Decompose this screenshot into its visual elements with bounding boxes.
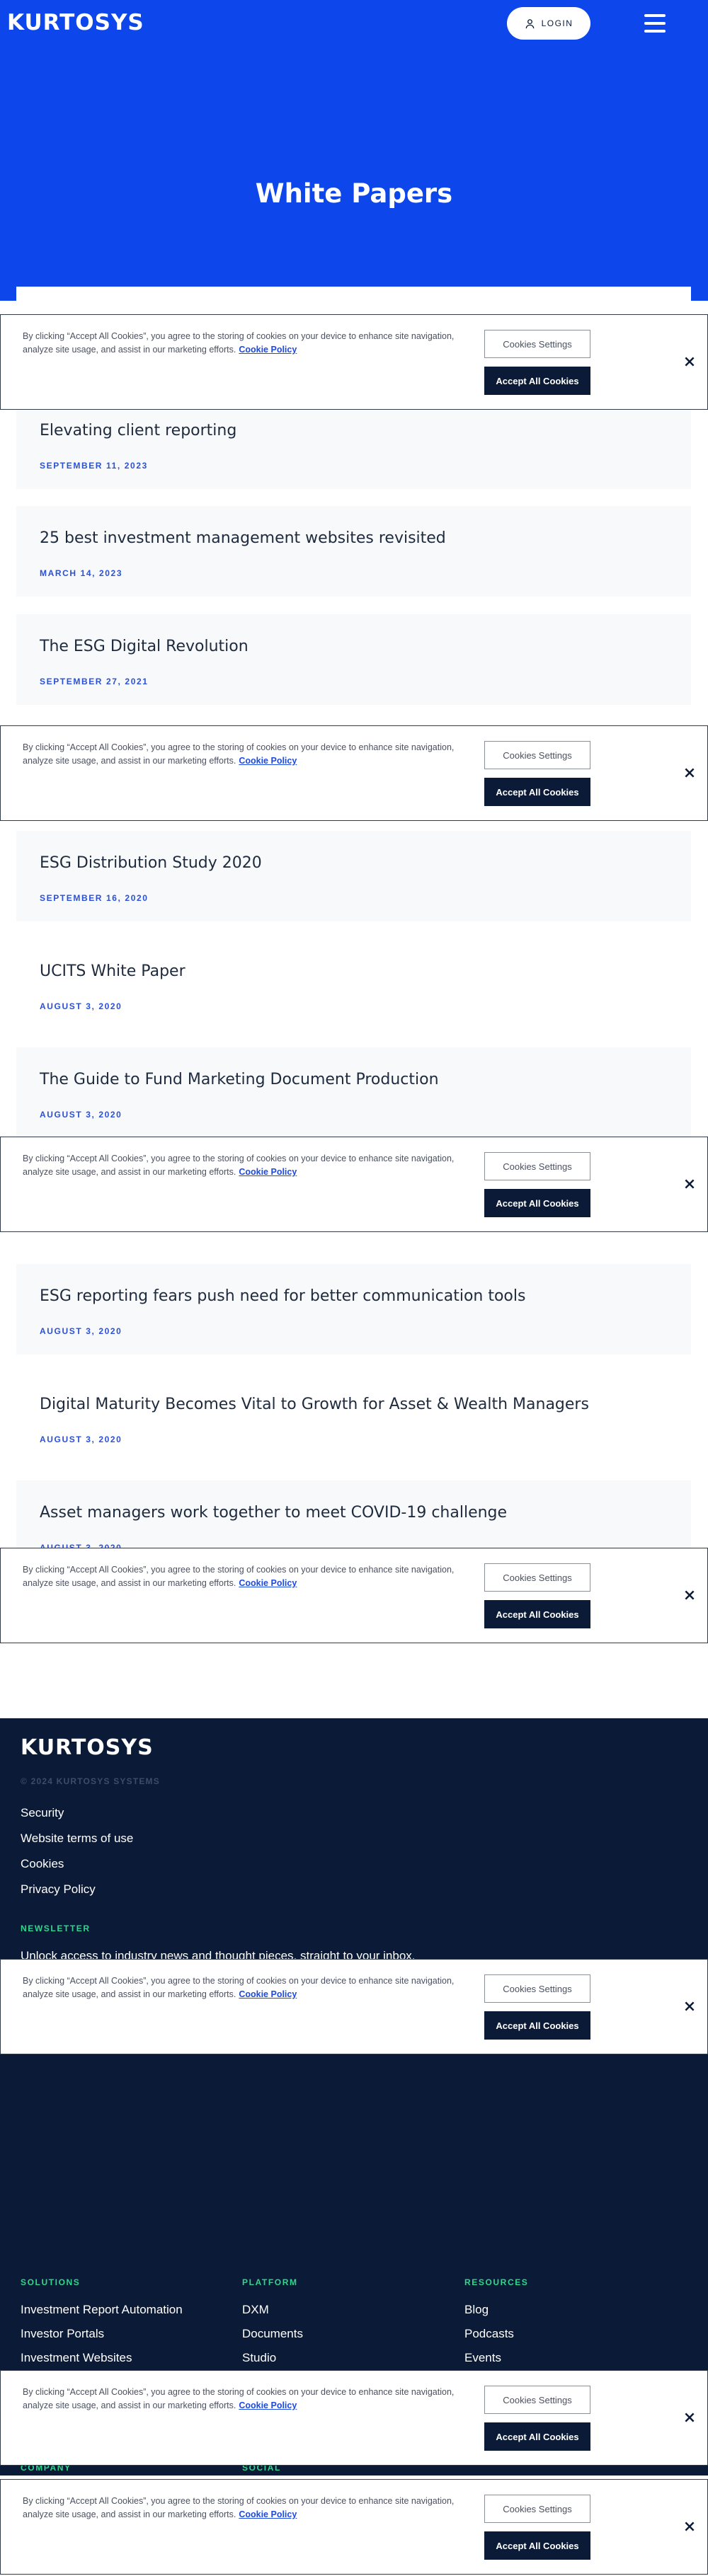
newsletter-heading: NEWSLETTER [21, 1924, 91, 1933]
article-card[interactable]: UCITS White Paper AUGUST 3, 2020 [16, 939, 691, 1030]
cookie-policy-link[interactable]: Cookie Policy [239, 756, 297, 766]
footer-link-security[interactable]: Security [21, 1806, 64, 1820]
article-date: SEPTEMBER 27, 2021 [40, 677, 149, 686]
accept-all-cookies-button[interactable]: Accept All Cookies [484, 2422, 590, 2451]
article-title[interactable]: ESG Distribution Study 2020 [40, 854, 262, 872]
kurtosys-logo[interactable]: KURTOSYS [7, 10, 144, 35]
article-date: SEPTEMBER 16, 2020 [40, 893, 149, 903]
article-title[interactable]: Digital Maturity Becomes Vital to Growth… [40, 1396, 589, 1413]
article-card[interactable]: The Guide to Fund Marketing Document Pro… [16, 1047, 691, 1138]
article-card[interactable]: Elevating client reporting SEPTEMBER 11,… [16, 398, 691, 489]
footer-logo[interactable]: KURTOSYS [21, 1735, 154, 1760]
user-icon [525, 18, 534, 28]
footer-col-heading-solutions: SOLUTIONS [21, 2277, 81, 2287]
footer-col-heading-platform: PLATFORM [242, 2277, 298, 2287]
cookie-banner: By clicking “Accept All Cookies”, you ag… [0, 1959, 708, 2054]
footer-link-privacy[interactable]: Privacy Policy [21, 1882, 96, 1897]
cookie-text-block: By clicking “Accept All Cookies”, you ag… [23, 330, 462, 357]
footer-link-podcasts[interactable]: Podcasts [464, 2327, 514, 2341]
hero-section: KURTOSYS LOGIN White Papers [0, 0, 708, 301]
cookie-policy-link[interactable]: Cookie Policy [239, 1578, 297, 1588]
cookies-settings-button[interactable]: Cookies Settings [484, 330, 590, 358]
cookies-settings-button[interactable]: Cookies Settings [484, 2386, 590, 2414]
article-card[interactable]: Digital Maturity Becomes Vital to Growth… [16, 1372, 691, 1463]
close-icon[interactable] [683, 355, 696, 368]
article-card[interactable]: 25 best investment management websites r… [16, 506, 691, 597]
footer-link-report-automation[interactable]: Investment Report Automation [21, 2303, 183, 2317]
cookie-policy-link[interactable]: Cookie Policy [239, 1989, 297, 1999]
cookie-banner: By clicking “Accept All Cookies”, you ag… [0, 1548, 708, 1643]
article-card[interactable]: ESG reporting fears push need for better… [16, 1264, 691, 1355]
hamburger-icon[interactable] [644, 13, 666, 34]
article-date: AUGUST 3, 2020 [40, 1110, 122, 1120]
article-date: AUGUST 3, 2020 [40, 1326, 122, 1336]
cookie-banner: By clicking “Accept All Cookies”, you ag… [0, 1137, 708, 1232]
close-icon[interactable] [683, 1178, 696, 1190]
close-icon[interactable] [683, 2520, 696, 2533]
close-icon[interactable] [683, 2000, 696, 2013]
footer-link-investor-portals[interactable]: Investor Portals [21, 2327, 104, 2341]
article-title[interactable]: Asset managers work together to meet COV… [40, 1504, 507, 1522]
footer-link-events[interactable]: Events [464, 2351, 501, 2365]
article-title[interactable]: ESG reporting fears push need for better… [40, 1287, 525, 1305]
close-icon[interactable] [683, 1589, 696, 1602]
footer-link-investment-websites[interactable]: Investment Websites [21, 2351, 132, 2365]
cookies-settings-button[interactable]: Cookies Settings [484, 1974, 590, 2003]
login-label: LOGIN [541, 18, 573, 28]
article-card[interactable]: The ESG Digital Revolution SEPTEMBER 27,… [16, 614, 691, 705]
cookies-settings-button[interactable]: Cookies Settings [484, 1152, 590, 1180]
login-button[interactable]: LOGIN [507, 7, 590, 40]
footer-link-dxm[interactable]: DXM [242, 2303, 269, 2317]
article-title[interactable]: 25 best investment management websites r… [40, 529, 446, 547]
article-title[interactable]: Elevating client reporting [40, 422, 236, 439]
cookie-text-block: By clicking “Accept All Cookies”, you ag… [23, 2495, 462, 2522]
accept-all-cookies-button[interactable]: Accept All Cookies [484, 367, 590, 395]
site-footer: KURTOSYS © 2024 KURTOSYS SYSTEMS Securit… [0, 1718, 708, 2476]
footer-link-documents[interactable]: Documents [242, 2327, 303, 2341]
article-date: AUGUST 3, 2020 [40, 1001, 122, 1011]
article-date: MARCH 14, 2023 [40, 568, 123, 578]
cookie-policy-link[interactable]: Cookie Policy [239, 2400, 297, 2410]
cookies-settings-button[interactable]: Cookies Settings [484, 2495, 590, 2523]
cookie-text-block: By clicking “Accept All Cookies”, you ag… [23, 2386, 462, 2413]
cookie-policy-link[interactable]: Cookie Policy [239, 345, 297, 355]
footer-copyright: © 2024 KURTOSYS SYSTEMS [21, 1776, 160, 1786]
article-card[interactable]: ESG Distribution Study 2020 SEPTEMBER 16… [16, 831, 691, 921]
cookies-settings-button[interactable]: Cookies Settings [484, 741, 590, 769]
article-title[interactable]: UCITS White Paper [40, 962, 185, 980]
accept-all-cookies-button[interactable]: Accept All Cookies [484, 1189, 590, 1217]
footer-link-terms[interactable]: Website terms of use [21, 1832, 133, 1846]
cookie-banner: By clicking “Accept All Cookies”, you ag… [0, 314, 708, 410]
close-icon[interactable] [683, 2411, 696, 2424]
accept-all-cookies-button[interactable]: Accept All Cookies [484, 2531, 590, 2560]
cookie-banner: By clicking “Accept All Cookies”, you ag… [0, 2479, 708, 2575]
article-date: SEPTEMBER 11, 2023 [40, 461, 148, 471]
cookie-policy-link[interactable]: Cookie Policy [239, 1167, 297, 1177]
cookie-banner: By clicking “Accept All Cookies”, you ag… [0, 725, 708, 821]
footer-col-heading-resources: RESOURCES [464, 2277, 529, 2287]
article-title[interactable]: The Guide to Fund Marketing Document Pro… [40, 1071, 439, 1088]
cookie-text-block: By clicking “Accept All Cookies”, you ag… [23, 1563, 462, 1590]
listing-top-edge [16, 287, 691, 308]
accept-all-cookies-button[interactable]: Accept All Cookies [484, 778, 590, 806]
cookie-policy-link[interactable]: Cookie Policy [239, 2509, 297, 2519]
footer-link-cookies[interactable]: Cookies [21, 1857, 64, 1871]
cookie-banner: By clicking “Accept All Cookies”, you ag… [0, 2370, 708, 2466]
page-title: White Papers [255, 178, 453, 209]
close-icon[interactable] [683, 766, 696, 779]
footer-link-studio[interactable]: Studio [242, 2351, 276, 2365]
article-date: AUGUST 3, 2020 [40, 1434, 122, 1444]
cookie-text-block: By clicking “Accept All Cookies”, you ag… [23, 1974, 462, 2001]
cookie-text-block: By clicking “Accept All Cookies”, you ag… [23, 1152, 462, 1179]
article-title[interactable]: The ESG Digital Revolution [40, 638, 249, 655]
accept-all-cookies-button[interactable]: Accept All Cookies [484, 2011, 590, 2040]
cookies-settings-button[interactable]: Cookies Settings [484, 1563, 590, 1592]
cookie-text-block: By clicking “Accept All Cookies”, you ag… [23, 741, 462, 768]
accept-all-cookies-button[interactable]: Accept All Cookies [484, 1600, 590, 1628]
footer-link-blog[interactable]: Blog [464, 2303, 489, 2317]
